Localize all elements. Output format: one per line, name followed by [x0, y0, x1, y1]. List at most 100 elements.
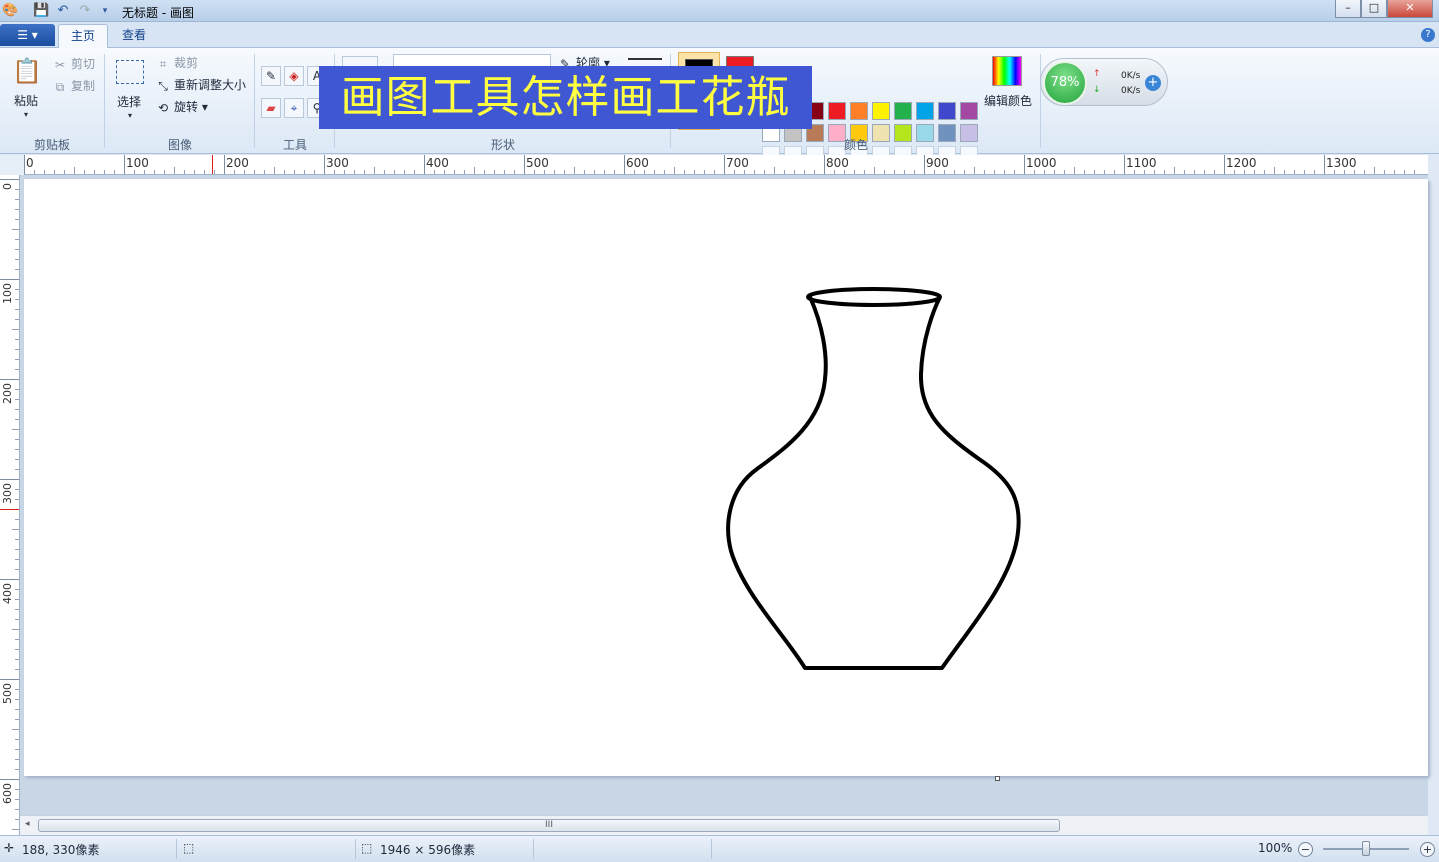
ruler-minor-tick	[274, 167, 275, 174]
copy-icon: ⧉	[55, 79, 65, 94]
select-button[interactable]: 选择	[117, 93, 141, 110]
ruler-minor-tick	[174, 167, 175, 174]
drawing-canvas[interactable]	[24, 179, 1428, 776]
palette-swatch[interactable]	[872, 124, 890, 142]
ruler-major-tick	[224, 155, 225, 174]
crop-button[interactable]: ⌗ 裁剪	[155, 53, 198, 73]
upload-arrow-icon: ↑	[1093, 69, 1101, 79]
redo-icon[interactable]: ↷	[77, 3, 93, 19]
palette-swatch[interactable]	[872, 102, 890, 120]
close-button[interactable]: ✕	[1387, 0, 1433, 18]
palette-swatch[interactable]	[828, 102, 846, 120]
eraser-icon[interactable]: ▰	[261, 98, 281, 118]
horizontal-scrollbar[interactable]: ◂ III	[20, 815, 1428, 835]
palette-swatch[interactable]	[938, 124, 956, 142]
help-icon[interactable]: ?	[1421, 28, 1435, 42]
ruler-minor-tick	[12, 629, 19, 630]
ruler-label: 700	[726, 156, 749, 170]
tab-home[interactable]: 主页	[58, 24, 109, 48]
download-speed: 0K/s	[1121, 86, 1141, 96]
ruler-major-tick	[0, 779, 19, 780]
paint-menu-button[interactable]: ☰ ▾	[0, 24, 55, 46]
ruler-minor-tick	[1274, 167, 1275, 174]
status-divider	[355, 839, 356, 859]
selection-size-icon: ⬚	[183, 841, 195, 855]
ruler-label: 400	[1, 583, 14, 604]
minimize-button[interactable]: –	[1335, 0, 1361, 18]
ruler-label: 100	[1, 283, 14, 304]
save-icon[interactable]: 💾	[33, 3, 49, 19]
ruler-major-tick	[0, 279, 19, 280]
network-speed-widget[interactable]: 78% ↑ ↓ 0K/s 0K/s +	[1040, 58, 1168, 106]
ruler-major-tick	[1324, 155, 1325, 174]
paste-button[interactable]: 粘贴	[14, 92, 38, 109]
undo-icon[interactable]: ↶	[55, 3, 71, 19]
add-icon[interactable]: +	[1145, 75, 1161, 91]
palette-swatch[interactable]	[916, 102, 934, 120]
ruler-major-tick	[0, 579, 19, 580]
colors-group-label: 颜色	[844, 138, 869, 152]
image-group-label: 图像	[168, 138, 193, 152]
edit-colors-button[interactable]: 编辑颜色	[984, 92, 1032, 109]
resize-button[interactable]: ⤡ 重新调整大小	[155, 75, 246, 95]
palette-swatch[interactable]	[916, 124, 934, 142]
maximize-button[interactable]: □	[1361, 0, 1387, 18]
zoom-in-button[interactable]: +	[1420, 842, 1435, 857]
canvas-resize-handle[interactable]	[995, 776, 1000, 781]
ruler-major-tick	[124, 155, 125, 174]
scroll-left-icon[interactable]: ◂	[25, 819, 30, 829]
copy-button[interactable]: ⧉ 复制	[52, 76, 95, 96]
paste-dropdown-icon[interactable]: ▾	[24, 110, 28, 119]
ruler-label: 300	[1, 483, 14, 504]
ruler-label: 1100	[1126, 156, 1157, 170]
ruler-minor-tick	[674, 167, 675, 174]
ruler-label: 500	[1, 683, 14, 704]
download-arrow-icon: ↓	[1093, 85, 1101, 95]
ruler-major-tick	[1024, 155, 1025, 174]
ruler-minor-tick	[1374, 167, 1375, 174]
ruler-major-tick	[0, 179, 19, 180]
palette-swatch[interactable]	[894, 124, 912, 142]
ruler-minor-tick	[374, 167, 375, 174]
zoom-out-button[interactable]: −	[1298, 842, 1313, 857]
shapes-group-label: 形状	[491, 138, 516, 152]
ruler-cursor-marker	[212, 155, 213, 174]
ruler-label: 1300	[1326, 156, 1357, 170]
color-picker-icon[interactable]: ⌖	[284, 98, 304, 118]
ruler-label: 400	[426, 156, 449, 170]
ruler-label: 200	[1, 383, 14, 404]
ruler-minor-tick	[12, 229, 19, 230]
select-dropdown-icon[interactable]: ▾	[128, 111, 132, 120]
palette-swatch[interactable]	[960, 124, 978, 142]
palette-swatch[interactable]	[850, 102, 868, 120]
vase-rim	[806, 287, 942, 307]
vertical-ruler: 0 100 200 300 400 500 600	[0, 175, 20, 835]
ruler-corner	[0, 155, 24, 175]
zoom-slider-thumb[interactable]	[1362, 841, 1370, 856]
ruler-label: 0	[26, 156, 34, 170]
ruler-label: 300	[326, 156, 349, 170]
ruler-label: 500	[526, 156, 549, 170]
group-divider	[104, 54, 105, 148]
cut-button[interactable]: ✂ 剪切	[52, 54, 95, 74]
palette-swatch[interactable]	[960, 102, 978, 120]
palette-swatch[interactable]	[894, 102, 912, 120]
ruler-minor-tick	[574, 167, 575, 174]
tab-view[interactable]: 查看	[110, 24, 158, 48]
rotate-button[interactable]: ⟲ 旋转 ▾	[155, 97, 208, 117]
ruler-label: 200	[226, 156, 249, 170]
pencil-icon[interactable]: ✎	[261, 66, 281, 86]
ruler-major-tick	[0, 679, 19, 680]
window-title: 无标题 - 画图	[122, 6, 194, 20]
scissors-icon: ✂	[54, 57, 66, 72]
status-bar: ✛ 188, 330像素 ⬚ ⬚ 1946 × 596像素 100% − +	[0, 835, 1439, 862]
status-divider	[176, 839, 177, 859]
ruler-major-tick	[824, 155, 825, 174]
app-icon[interactable]: 🎨	[2, 3, 18, 19]
scrollbar-thumb[interactable]: III	[38, 819, 1060, 832]
fill-bucket-icon[interactable]: ◈	[284, 66, 304, 86]
customize-quick-access-icon[interactable]: ▾	[97, 3, 113, 19]
cursor-position: 188, 330像素	[22, 843, 100, 857]
palette-swatch[interactable]	[938, 102, 956, 120]
ruler-label: 1000	[1026, 156, 1057, 170]
